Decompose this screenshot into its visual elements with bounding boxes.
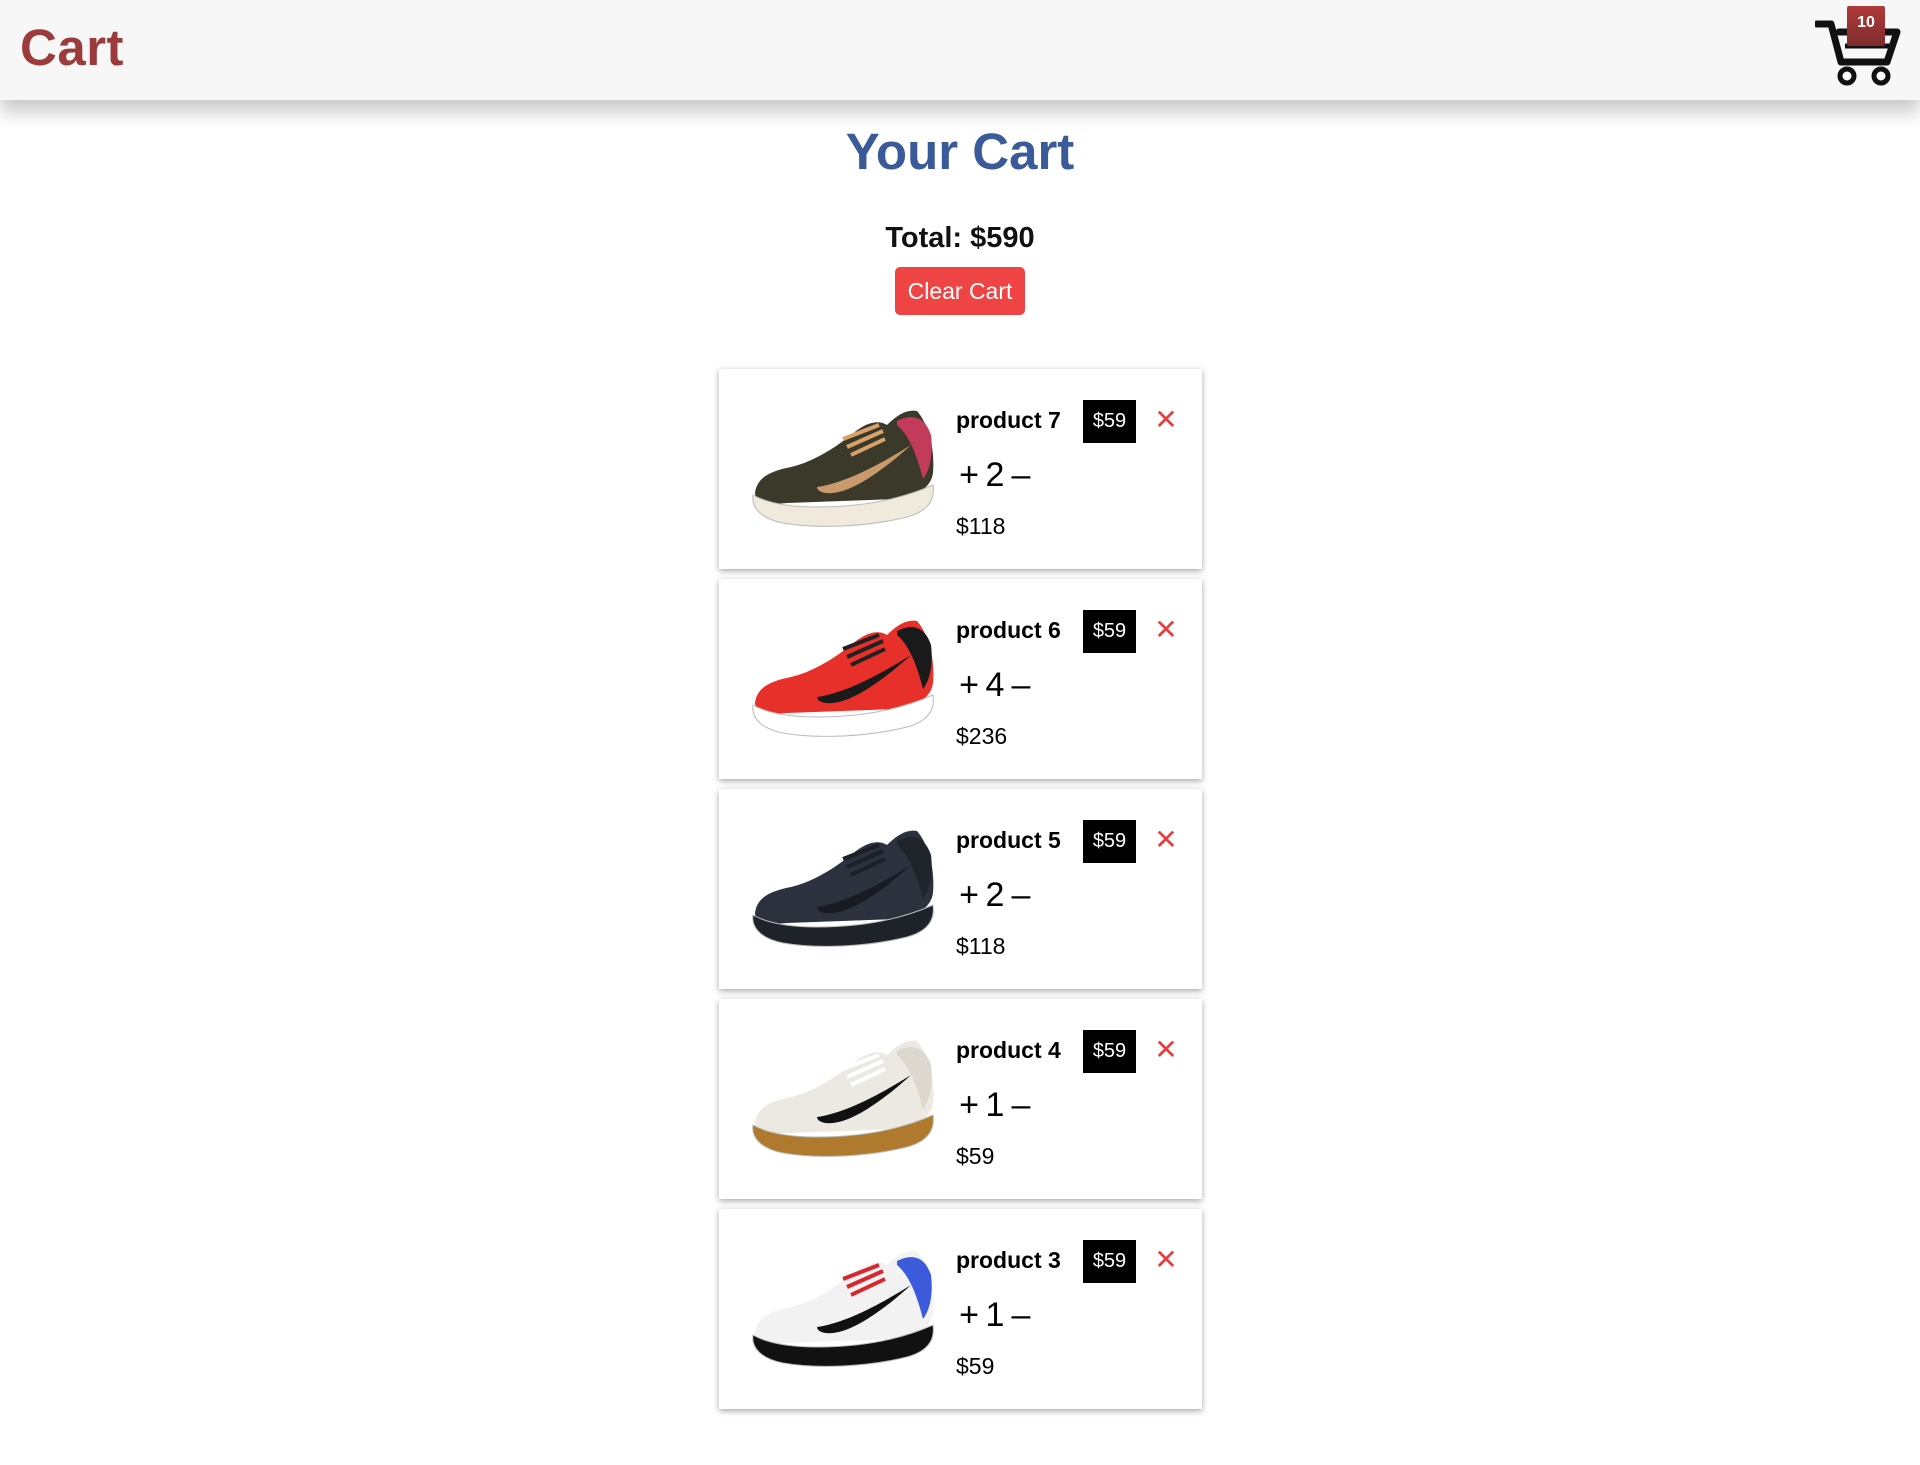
top-navbar: Cart 10 (0, 0, 1920, 100)
item-subtotal: $118 (956, 933, 1006, 959)
quantity-value: 2 (985, 455, 1005, 494)
decrease-quantity-button[interactable]: – (1008, 456, 1034, 495)
cart-item-card: product 4 $59 ✕ + 1 – $59 (719, 999, 1202, 1199)
product-name: product 4 (956, 1037, 1061, 1063)
unit-price-badge: $59 (1083, 1240, 1136, 1283)
decrease-quantity-button[interactable]: – (1008, 666, 1034, 705)
cart-items-list: product 7 $59 ✕ + 2 – $118 product 6 $59 (719, 369, 1202, 1419)
cart-total: Total: $590 (885, 222, 1035, 254)
product-name: product 6 (956, 617, 1061, 643)
item-subtotal: $236 (956, 723, 1008, 749)
product-name: product 3 (956, 1247, 1061, 1273)
product-image (747, 605, 939, 751)
quantity-value: 4 (985, 665, 1005, 704)
remove-item-icon[interactable]: ✕ (1151, 403, 1181, 437)
page-title: Your Cart (845, 123, 1075, 180)
increase-quantity-button[interactable]: + (956, 1086, 982, 1125)
cart-count-badge: 10 (1847, 6, 1885, 46)
sneaker-image-icon (752, 1040, 934, 1157)
product-name: product 5 (956, 827, 1061, 853)
unit-price-badge: $59 (1083, 610, 1136, 653)
sneaker-image-icon (752, 1250, 934, 1367)
quantity-value: 2 (985, 875, 1005, 914)
product-image (747, 395, 939, 541)
cart-button[interactable]: 10 (1815, 6, 1905, 86)
clear-cart-button[interactable]: Clear Cart (895, 267, 1025, 315)
product-image (747, 815, 939, 961)
brand-title[interactable]: Cart (20, 18, 124, 77)
product-name: product 7 (956, 407, 1061, 433)
unit-price-badge: $59 (1083, 820, 1136, 863)
sneaker-image-icon (752, 620, 934, 737)
unit-price-badge: $59 (1083, 1030, 1136, 1073)
remove-item-icon[interactable]: ✕ (1151, 613, 1181, 647)
quantity-stepper: + 2 – (956, 873, 1034, 917)
increase-quantity-button[interactable]: + (956, 456, 982, 495)
remove-item-icon[interactable]: ✕ (1151, 1243, 1181, 1277)
remove-item-icon[interactable]: ✕ (1151, 1033, 1181, 1067)
quantity-stepper: + 4 – (956, 663, 1034, 707)
decrease-quantity-button[interactable]: – (1008, 1086, 1034, 1125)
remove-item-icon[interactable]: ✕ (1151, 823, 1181, 857)
sneaker-image-icon (752, 830, 934, 947)
quantity-stepper: + 1 – (956, 1293, 1034, 1337)
item-subtotal: $59 (956, 1353, 995, 1379)
decrease-quantity-button[interactable]: – (1008, 1296, 1034, 1335)
item-subtotal: $59 (956, 1143, 995, 1169)
product-image (747, 1025, 939, 1171)
product-image (747, 1235, 939, 1381)
quantity-stepper: + 2 – (956, 453, 1034, 497)
item-subtotal: $118 (956, 513, 1006, 539)
cart-item-card: product 3 $59 ✕ + 1 – $59 (719, 1209, 1202, 1409)
sneaker-image-icon (752, 410, 934, 527)
decrease-quantity-button[interactable]: – (1008, 876, 1034, 915)
unit-price-badge: $59 (1083, 400, 1136, 443)
quantity-value: 1 (985, 1295, 1005, 1334)
increase-quantity-button[interactable]: + (956, 666, 982, 705)
quantity-stepper: + 1 – (956, 1083, 1034, 1127)
increase-quantity-button[interactable]: + (956, 876, 982, 915)
increase-quantity-button[interactable]: + (956, 1296, 982, 1335)
cart-item-card: product 6 $59 ✕ + 4 – $236 (719, 579, 1202, 779)
cart-item-card: product 5 $59 ✕ + 2 – $118 (719, 789, 1202, 989)
quantity-value: 1 (985, 1085, 1005, 1124)
cart-item-card: product 7 $59 ✕ + 2 – $118 (719, 369, 1202, 569)
